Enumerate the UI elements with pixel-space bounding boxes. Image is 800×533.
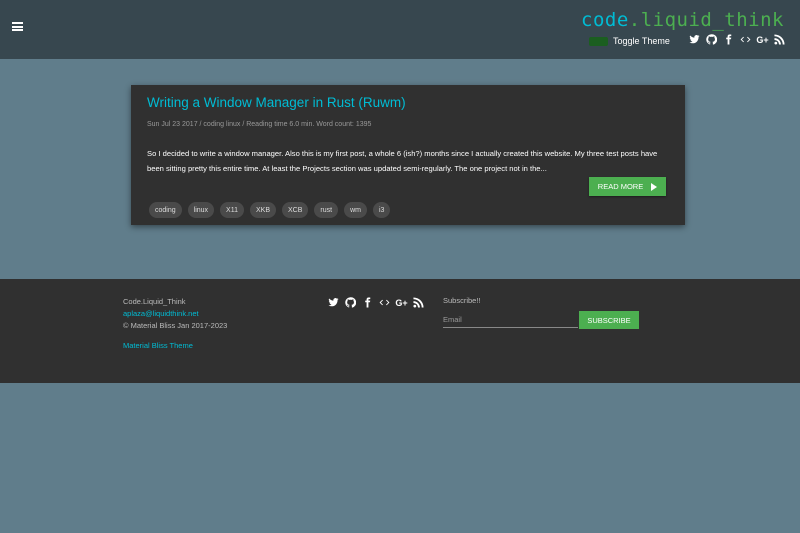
site-logo[interactable]: code.liquid_think [581, 9, 784, 31]
tag-chip[interactable]: i3 [372, 202, 391, 218]
code-icon[interactable] [378, 296, 391, 309]
post-card: Writing a Window Manager in Rust (Ruwm) … [131, 85, 685, 225]
play-arrow-icon [651, 182, 658, 191]
post-meta: Sun Jul 23 2017 / coding linux / Reading… [147, 121, 372, 128]
post-excerpt: So I decided to write a window manager. … [147, 149, 658, 173]
logo-part-code: code [581, 9, 629, 31]
footer-email-link[interactable]: aplaza@liquidthink.net [123, 309, 199, 318]
facebook-icon[interactable] [361, 296, 374, 309]
github-icon[interactable] [344, 296, 357, 309]
footer-site-name: Code.Liquid_Think [123, 297, 186, 306]
footer-info: Code.Liquid_Think aplaza@liquidthink.net… [123, 296, 227, 332]
tag-chip[interactable]: coding [149, 202, 182, 218]
read-more-label: READ MORE [597, 182, 644, 191]
footer-copyright: © Material Bliss Jan 2017-2023 [123, 321, 228, 330]
code-icon[interactable] [739, 33, 752, 46]
toggle-switch[interactable] [589, 36, 608, 46]
read-more-button[interactable]: READ MORE [589, 177, 666, 196]
tag-chip[interactable]: XKB [249, 202, 276, 218]
subscribe-button[interactable]: SUBSCRIBE [579, 311, 639, 329]
rss-icon[interactable] [773, 33, 786, 46]
theme-toggle[interactable]: Toggle Theme [589, 34, 670, 48]
tag-chip[interactable]: wm [344, 202, 367, 218]
tag-chip[interactable]: rust [314, 202, 339, 218]
email-input[interactable]: Email [443, 313, 578, 328]
tag-chip[interactable]: X11 [220, 202, 244, 218]
theme-credit-link[interactable]: Material Bliss Theme [123, 341, 193, 350]
tag-chip[interactable]: XCB [282, 202, 309, 218]
post-title[interactable]: Writing a Window Manager in Rust (Ruwm) [147, 95, 406, 110]
github-icon[interactable] [705, 33, 718, 46]
google-plus-icon[interactable]: G+ [756, 33, 769, 46]
post-tags: coding linux X11 XKB XCB rust wm i3 [149, 202, 391, 218]
menu-icon[interactable] [12, 22, 23, 31]
site-footer: Code.Liquid_Think aplaza@liquidthink.net… [0, 279, 800, 383]
tag-chip[interactable]: linux [187, 202, 215, 218]
header-social-links: G+ [688, 33, 786, 46]
toggle-theme-label: Toggle Theme [613, 36, 670, 46]
footer-social-links: G+ [327, 296, 425, 309]
google-plus-icon[interactable]: G+ [395, 296, 408, 309]
logo-part-liquid-think: .liquid_think [628, 9, 784, 31]
subscribe-label: Subscribe!! [443, 296, 481, 305]
twitter-icon[interactable] [327, 296, 340, 309]
twitter-icon[interactable] [688, 33, 701, 46]
rss-icon[interactable] [412, 296, 425, 309]
top-bar: code.liquid_think Toggle Theme G+ [0, 0, 800, 59]
facebook-icon[interactable] [722, 33, 735, 46]
